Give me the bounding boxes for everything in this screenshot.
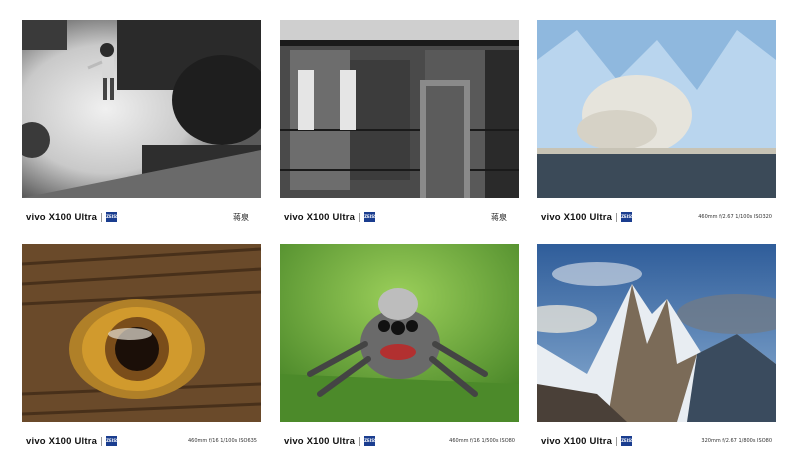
brand-label: vivo X100 Ultra <box>284 435 356 447</box>
photo-caption: vivo X100 Ultra ZEISS 蒋泉 <box>22 204 261 230</box>
exif-spec: 460mm f/2.67 1/100s ISO320 <box>698 214 772 220</box>
photo-glacier <box>537 20 776 198</box>
divider <box>616 436 618 446</box>
zeiss-logo-icon: ZEISS <box>364 436 376 446</box>
divider <box>101 436 103 446</box>
photographer-signature: 蒋泉 <box>491 212 507 222</box>
zeiss-logo-icon: ZEISS <box>106 212 118 222</box>
photo-caption: vivo X100 Ultra ZEISS 460mm f/16 1/500s … <box>280 428 519 454</box>
exif-spec: 460mm f/16 1/500s ISO80 <box>449 438 515 444</box>
photo-card-4: vivo X100 Ultra ZEISS 460mm f/16 1/100s … <box>22 244 261 456</box>
divider <box>101 212 103 222</box>
brand-label: vivo X100 Ultra <box>541 211 613 223</box>
photo-caption: vivo X100 Ultra ZEISS 蒋泉 <box>280 204 519 230</box>
photo-caption: vivo X100 Ultra ZEISS 320mm f/2.67 1/800… <box>537 428 776 454</box>
photo-eagle-eye <box>22 244 261 422</box>
photo-mountain-peaks <box>537 244 776 422</box>
photo-card-6: vivo X100 Ultra ZEISS 320mm f/2.67 1/800… <box>537 244 776 456</box>
photo-caption: vivo X100 Ultra ZEISS 460mm f/16 1/100s … <box>22 428 261 454</box>
photo-street-fog <box>22 20 261 198</box>
photo-jumping-spider <box>280 244 519 422</box>
zeiss-logo-icon: ZEISS <box>621 436 633 446</box>
brand-label: vivo X100 Ultra <box>541 435 613 447</box>
divider <box>616 212 618 222</box>
brand-label: vivo X100 Ultra <box>284 211 356 223</box>
photo-caption: vivo X100 Ultra ZEISS 460mm f/2.67 1/100… <box>537 204 776 230</box>
divider <box>359 436 361 446</box>
brand-label: vivo X100 Ultra <box>26 435 98 447</box>
photo-shop-window <box>280 20 519 198</box>
exif-spec: 460mm f/16 1/100s ISO635 <box>187 438 257 444</box>
zeiss-logo-icon: ZEISS <box>106 436 118 446</box>
zeiss-logo-icon: ZEISS <box>621 212 633 222</box>
photo-card-5: vivo X100 Ultra ZEISS 460mm f/16 1/500s … <box>280 244 519 456</box>
exif-spec: 320mm f/2.67 1/800s ISO80 <box>701 438 772 444</box>
zeiss-logo-icon: ZEISS <box>364 212 376 222</box>
photo-card-1: vivo X100 Ultra ZEISS 蒋泉 <box>22 20 261 232</box>
photo-card-2: vivo X100 Ultra ZEISS 蒋泉 <box>280 20 519 232</box>
divider <box>359 212 361 222</box>
photo-card-3: vivo X100 Ultra ZEISS 460mm f/2.67 1/100… <box>537 20 776 232</box>
brand-label: vivo X100 Ultra <box>26 211 98 223</box>
photographer-signature: 蒋泉 <box>233 212 249 222</box>
